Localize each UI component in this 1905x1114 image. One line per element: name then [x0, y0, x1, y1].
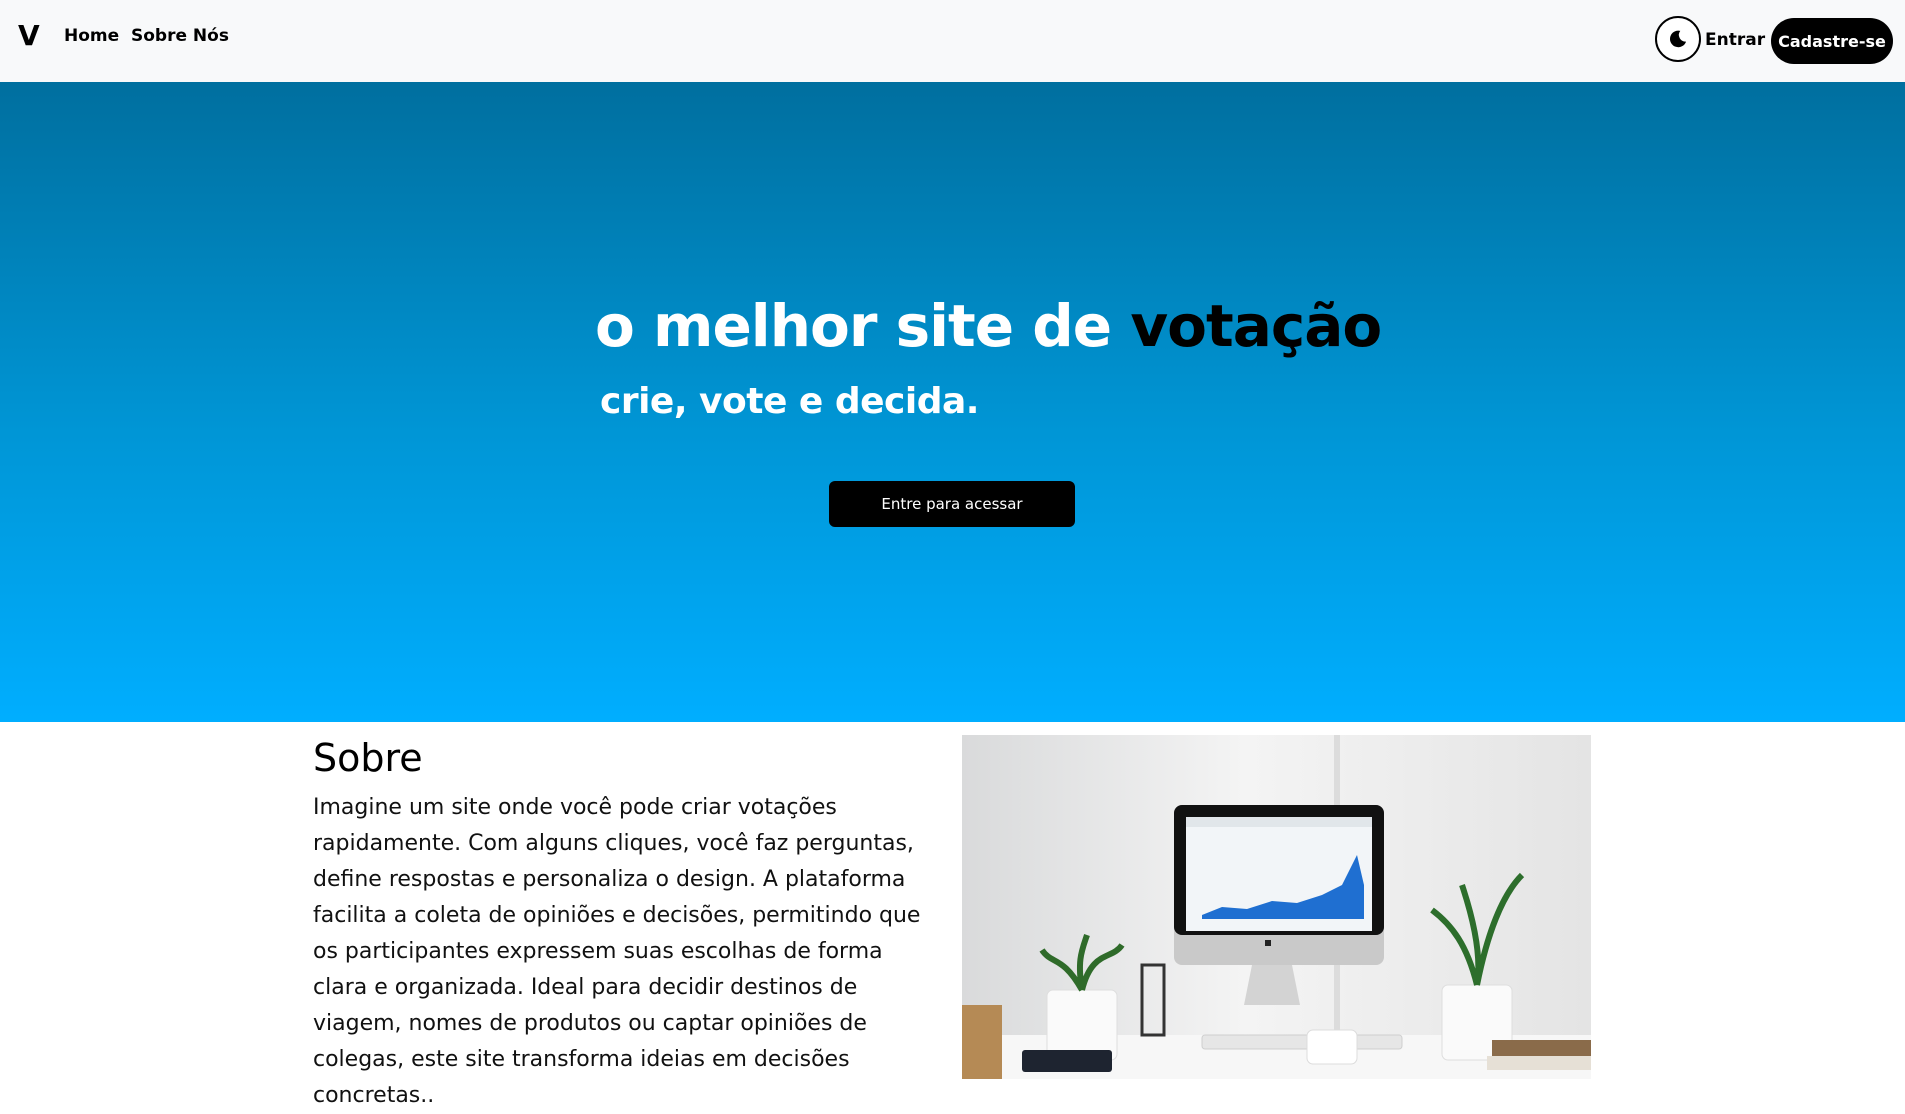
login-link[interactable]: Entrar [1705, 28, 1765, 52]
access-button[interactable]: Entre para acessar [829, 481, 1075, 527]
hero-subtitle: crie, vote e decida. [600, 381, 979, 422]
signup-button[interactable]: Cadastre-se [1771, 18, 1893, 64]
nav-link-about[interactable]: Sobre Nós [131, 24, 229, 48]
hero-title-main: o melhor site de [595, 292, 1131, 360]
desk-computer-image [962, 735, 1591, 1079]
about-text: Imagine um site onde você pode criar vot… [313, 795, 921, 1108]
hero-title-accent: votação [1130, 292, 1382, 360]
navbar: V Home Sobre Nós Entrar Cadastre-se [0, 0, 1905, 82]
about-title: Sobre [313, 736, 423, 780]
nav-link-home[interactable]: Home [64, 24, 119, 48]
hero-title: o melhor site de votação [595, 290, 1382, 362]
moon-icon [1670, 30, 1687, 48]
theme-toggle-button[interactable] [1655, 16, 1701, 62]
hero-section: o melhor site de votação crie, vote e de… [0, 82, 1905, 722]
brand-logo[interactable]: V [18, 18, 40, 54]
